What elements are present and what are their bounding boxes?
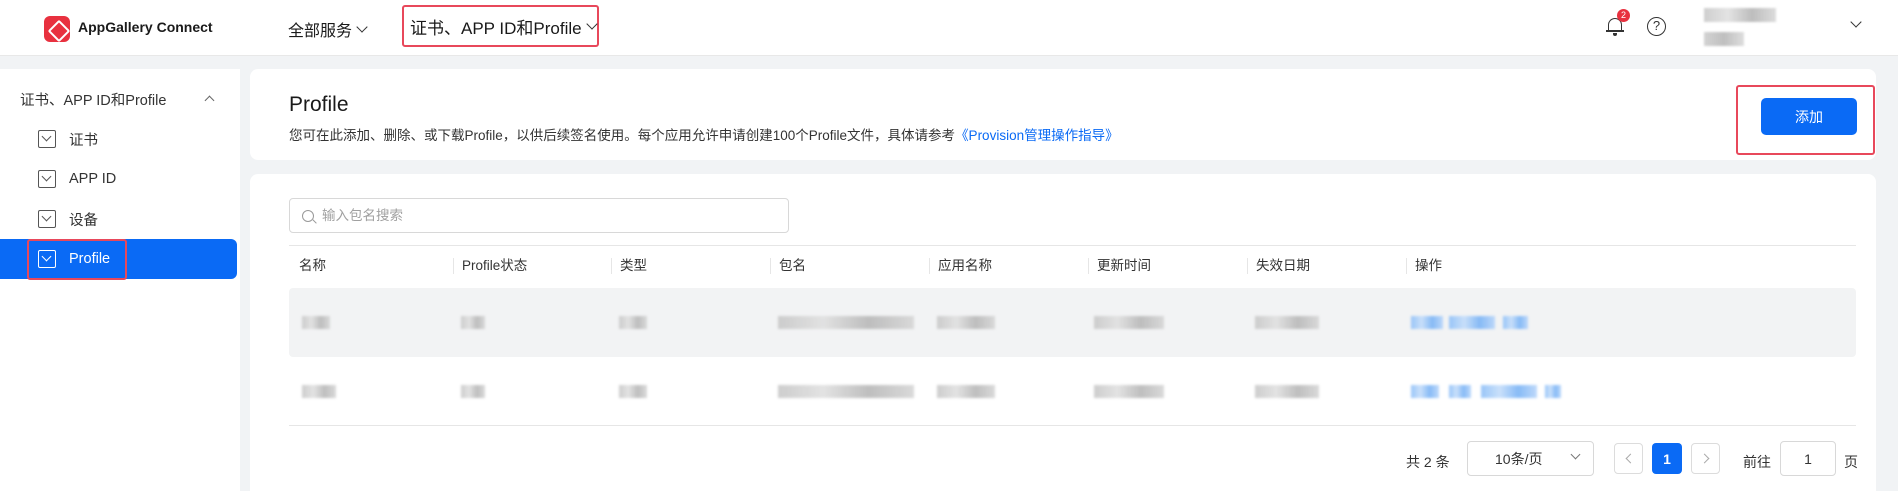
sidebar-group-title[interactable]: 证书、APP ID和Profile <box>20 89 166 110</box>
cell-expiry-blurred <box>1255 385 1319 398</box>
search-input[interactable] <box>322 208 762 223</box>
sidebar-item-label: APP ID <box>69 171 117 187</box>
top-bar: AppGallery Connect 全部服务 证书、APP ID和Profil… <box>0 0 1898 56</box>
account-chevron-down-icon[interactable] <box>1850 16 1862 28</box>
next-page-button[interactable] <box>1691 443 1720 474</box>
page-size-value: 10条/页 <box>1495 450 1543 467</box>
provision-guide-link[interactable]: 《Provision管理操作指导》 <box>955 128 1119 143</box>
chevron-down-icon <box>585 18 598 30</box>
sidebar-item-devices[interactable]: 设备 <box>0 199 237 239</box>
highlight-box-profile <box>27 239 127 280</box>
description-text: 您可在此添加、删除、或下载Profile，以供后续签名使用。每个应用允许申请创建… <box>289 128 956 143</box>
column-profile-status: Profile状态 <box>453 258 527 274</box>
cell-app-name-blurred <box>937 316 995 329</box>
search-icon <box>302 209 314 222</box>
cell-app-name-blurred <box>937 385 995 398</box>
device-icon <box>38 210 56 228</box>
account-name-blurred[interactable] <box>1704 8 1776 22</box>
cell-type-blurred <box>619 385 647 398</box>
appgallery-logo-icon[interactable] <box>44 16 70 42</box>
cell-updated-blurred <box>1094 316 1164 329</box>
sidebar-item-certificates[interactable]: 证书 <box>0 119 237 159</box>
chevron-down-icon <box>1570 449 1581 460</box>
column-package-name: 包名 <box>770 258 806 274</box>
cell-expiry-blurred <box>1255 316 1319 329</box>
add-button[interactable]: 添加 <box>1761 98 1857 135</box>
cell-updated-blurred <box>1094 385 1164 398</box>
action-link-blurred[interactable] <box>1503 316 1528 329</box>
column-updated-time: 更新时间 <box>1088 258 1151 274</box>
action-link-blurred[interactable] <box>1449 316 1495 329</box>
action-link-blurred[interactable] <box>1481 385 1537 398</box>
cert-menu-label: 证书、APP ID和Profile <box>410 18 582 38</box>
action-link-blurred[interactable] <box>1449 385 1471 398</box>
all-services-label: 全部服务 <box>288 23 353 40</box>
cell-package-blurred <box>778 385 914 398</box>
goto-label: 前往 <box>1743 454 1771 470</box>
help-icon[interactable]: ? <box>1647 17 1666 36</box>
cell-status-blurred <box>461 385 485 398</box>
page-header-card: Profile 您可在此添加、删除、或下载Profile，以供后续签名使用。每个… <box>250 69 1876 160</box>
table-row[interactable] <box>289 288 1856 357</box>
action-link-blurred[interactable] <box>1545 385 1561 398</box>
notification-badge: 2 <box>1617 9 1630 22</box>
column-app-name: 应用名称 <box>929 258 992 274</box>
account-id-blurred <box>1704 32 1744 46</box>
chevron-left-icon <box>1625 453 1635 464</box>
table-row[interactable] <box>289 357 1856 426</box>
page-title: Profile <box>289 93 349 116</box>
column-type: 类型 <box>611 258 647 274</box>
page-description: 您可在此添加、删除、或下载Profile，以供后续签名使用。每个应用允许申请创建… <box>289 124 1119 144</box>
all-services-menu[interactable]: 全部服务 <box>288 17 368 41</box>
total-count: 共 2 条 <box>1406 454 1450 470</box>
column-actions: 操作 <box>1406 258 1442 274</box>
sidebar: 证书、APP ID和Profile 证书 APP ID 设备 Profile <box>0 69 240 491</box>
cert-appid-profile-menu[interactable]: 证书、APP ID和Profile <box>402 5 599 47</box>
chevron-down-icon <box>356 21 368 33</box>
sidebar-item-label: 证书 <box>69 132 98 149</box>
app-id-icon <box>38 170 56 188</box>
prev-page-button[interactable] <box>1614 443 1643 474</box>
table-header: 名称 Profile状态 类型 包名 应用名称 更新时间 失效日期 操作 <box>289 245 1856 285</box>
column-expiry-date: 失效日期 <box>1247 258 1310 274</box>
cell-status-blurred <box>461 316 485 329</box>
page-number-current[interactable]: 1 <box>1652 443 1682 474</box>
chevron-right-icon <box>1699 453 1709 464</box>
cell-name-blurred <box>302 385 336 398</box>
search-box[interactable] <box>289 198 789 233</box>
cell-name-blurred <box>302 316 330 329</box>
action-link-blurred[interactable] <box>1411 385 1439 398</box>
sidebar-item-app-id[interactable]: APP ID <box>0 159 237 199</box>
column-name: 名称 <box>299 258 326 273</box>
page-size-select[interactable]: 10条/页 <box>1467 441 1594 476</box>
certificate-icon <box>38 130 56 148</box>
sidebar-item-label: 设备 <box>69 212 98 229</box>
brand-name[interactable]: AppGallery Connect <box>78 19 213 35</box>
goto-page-input[interactable] <box>1780 441 1836 476</box>
page-unit-label: 页 <box>1844 454 1858 470</box>
action-link-blurred[interactable] <box>1411 316 1443 329</box>
chevron-up-icon[interactable] <box>204 95 215 106</box>
cell-type-blurred <box>619 316 647 329</box>
cell-package-blurred <box>778 316 914 329</box>
